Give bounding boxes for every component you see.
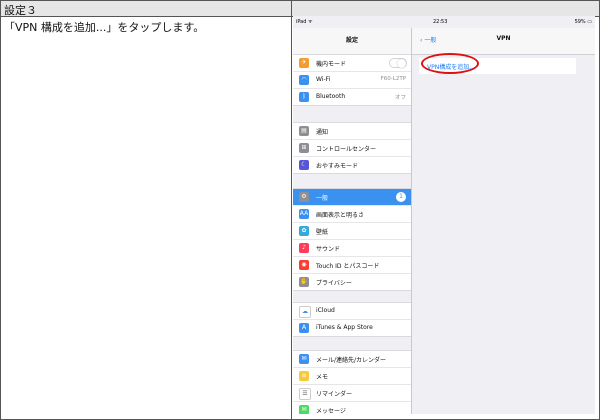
settings-nav-bar: 設定 bbox=[293, 28, 411, 55]
settings-row-label: コントロールセンター bbox=[316, 146, 377, 153]
settings-row-label: 一般 bbox=[316, 195, 329, 202]
clock: 22:53 bbox=[433, 19, 448, 25]
split-divider bbox=[411, 28, 412, 414]
settings-row-label: おやすみモード bbox=[316, 163, 359, 170]
ipad-screenshot: iPad ᯤ 22:53 59% ▭ 設定 ‹ 一般 VPN ✈ 機内モード ◠ Wi… bbox=[293, 16, 595, 414]
app-store-icon: A bbox=[299, 323, 309, 333]
settings-row[interactable]: ☾ おやすみモード bbox=[293, 157, 411, 173]
settings-row-label: メール/連絡先/カレンダー bbox=[316, 357, 387, 364]
settings-group: ▤ 通知 ⊞ コントロールセンター ☾ おやすみモード bbox=[293, 122, 411, 174]
wallpaper-icon: ✿ bbox=[299, 226, 309, 236]
settings-group: ⚙ 一般 1 AA 画面表示と明るさ ✿ 壁紙 ♪ サウンド ◉ Touch ID とパスコード ✋ プ… bbox=[293, 188, 411, 291]
settings-row-value: オフ bbox=[394, 95, 406, 101]
settings-row-label: サウンド bbox=[316, 246, 341, 253]
settings-row[interactable]: ◠ Wi-Fi F60-L2TP bbox=[293, 72, 411, 89]
settings-row[interactable]: ⊞ コントロールセンター bbox=[293, 140, 411, 157]
settings-row[interactable]: ♪ サウンド bbox=[293, 240, 411, 257]
settings-row[interactable]: ≡ メモ bbox=[293, 368, 411, 385]
settings-row[interactable]: ☰ リマインダー bbox=[293, 385, 411, 402]
notifications-icon: ▤ bbox=[299, 126, 309, 136]
settings-row[interactable]: ✉ メッセージ bbox=[293, 402, 411, 414]
wifi-icon: ◠ bbox=[299, 75, 309, 85]
icloud-icon: ☁ bbox=[299, 306, 311, 318]
mail-icon: ✉ bbox=[299, 354, 309, 364]
status-bar: iPad ᯤ 22:53 59% ▭ bbox=[293, 16, 595, 28]
settings-row-label: iTunes & App Store bbox=[316, 324, 373, 331]
settings-row[interactable]: AA 画面表示と明るさ bbox=[293, 206, 411, 223]
reminders-icon: ☰ bbox=[299, 388, 311, 400]
settings-group: ☁ iCloud AiTunes & App Store bbox=[293, 302, 411, 337]
gear-icon: ⚙ bbox=[299, 192, 309, 202]
battery-label: 59% ▭ bbox=[574, 19, 592, 25]
vpn-nav-bar: ‹ 一般 VPN bbox=[412, 28, 595, 55]
settings-row-label: プライバシー bbox=[316, 280, 352, 287]
settings-row[interactable]: ✉ メール/連絡先/カレンダー bbox=[293, 351, 411, 368]
settings-row-label: メモ bbox=[316, 374, 329, 381]
settings-row-value: F60-L2TP bbox=[380, 76, 406, 82]
settings-group: ✈ 機内モード ◠ Wi-Fi F60-L2TP ᛒ Bluetooth オフ bbox=[293, 54, 411, 106]
hand-icon: ✋ bbox=[299, 277, 309, 287]
highlight-circle bbox=[421, 53, 479, 74]
settings-row[interactable]: ⚙ 一般 1 bbox=[293, 189, 411, 206]
update-badge: 1 bbox=[396, 192, 406, 202]
settings-row-label: メッセージ bbox=[316, 408, 346, 414]
vpn-title: VPN bbox=[496, 35, 511, 42]
settings-row-label: Wi-Fi bbox=[316, 76, 331, 83]
notes-icon: ≡ bbox=[299, 371, 309, 381]
instruction-text: 「VPN 構成を追加...」をタップします。 bbox=[4, 21, 205, 34]
settings-row-label: 機内モード bbox=[316, 61, 347, 68]
airplane-icon: ✈ bbox=[299, 58, 309, 68]
settings-row[interactable]: ᛒ Bluetooth オフ bbox=[293, 89, 411, 105]
settings-row-label: iCloud bbox=[316, 307, 335, 314]
bluetooth-icon: ᛒ bbox=[299, 92, 309, 102]
control-center-icon: ⊞ bbox=[299, 143, 309, 153]
settings-row-label: 壁紙 bbox=[316, 229, 329, 236]
settings-title: 設定 bbox=[345, 37, 358, 44]
settings-row[interactable]: ✋ プライバシー bbox=[293, 274, 411, 290]
fingerprint-icon: ◉ bbox=[299, 260, 309, 270]
settings-row[interactable]: ☁ iCloud bbox=[293, 303, 411, 320]
display-icon: AA bbox=[299, 209, 309, 219]
settings-row[interactable]: ◉ Touch ID とパスコード bbox=[293, 257, 411, 274]
settings-row-label: リマインダー bbox=[316, 391, 353, 398]
settings-row-label: Bluetooth bbox=[316, 93, 346, 100]
settings-group: ✉メール/連絡先/カレンダー≡メモ☰リマインダー✉メッセージ▶FaceTime bbox=[293, 350, 411, 414]
settings-row-label: 画面表示と明るさ bbox=[316, 212, 365, 219]
settings-row[interactable]: ✈ 機内モード bbox=[293, 55, 411, 72]
settings-row[interactable]: ▤ 通知 bbox=[293, 123, 411, 140]
settings-row[interactable]: ✿ 壁紙 bbox=[293, 223, 411, 240]
table-header: 設定３ bbox=[1, 1, 599, 17]
device-label: iPad ᯤ bbox=[296, 19, 313, 25]
settings-row-label: 通知 bbox=[316, 129, 329, 136]
airplane-mode-toggle[interactable] bbox=[389, 58, 407, 68]
settings-row[interactable]: AiTunes & App Store bbox=[293, 320, 411, 336]
sound-icon: ♪ bbox=[299, 243, 309, 253]
messages-icon: ✉ bbox=[299, 405, 309, 414]
step-title: 設定３ bbox=[4, 4, 37, 17]
column-divider bbox=[291, 1, 292, 419]
do-not-disturb-icon: ☾ bbox=[299, 160, 309, 170]
settings-row-label: Touch ID とパスコード bbox=[316, 263, 380, 270]
